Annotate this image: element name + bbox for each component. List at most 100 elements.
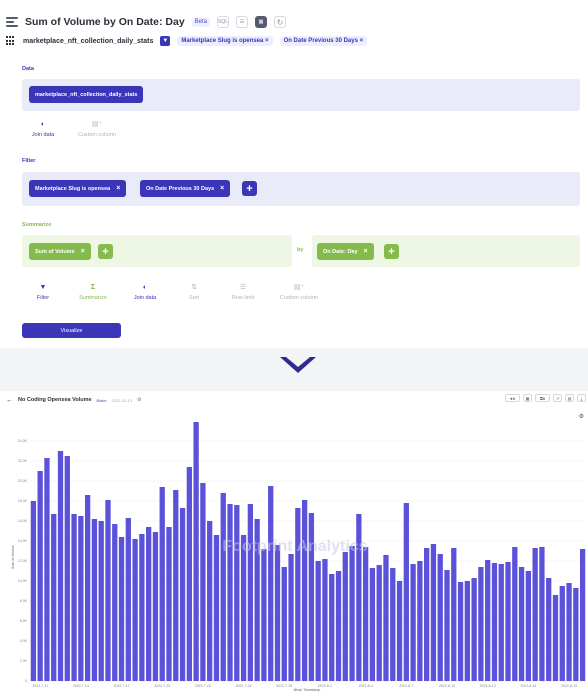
add-filter-button[interactable]: + <box>242 181 257 196</box>
bar[interactable] <box>444 570 450 681</box>
bar[interactable] <box>179 508 186 681</box>
bar[interactable] <box>559 586 565 681</box>
bar[interactable] <box>362 547 369 681</box>
visualize-button[interactable]: Visualize <box>22 323 121 338</box>
bar[interactable] <box>146 527 152 681</box>
bar[interactable] <box>512 547 518 681</box>
refresh-icon[interactable]: ↻ <box>274 16 287 28</box>
bar[interactable] <box>471 578 477 681</box>
bar[interactable] <box>532 548 538 681</box>
menu-icon[interactable] <box>6 17 18 27</box>
bar[interactable] <box>166 527 172 681</box>
bar[interactable] <box>64 456 70 681</box>
bar[interactable] <box>322 559 328 681</box>
remove-icon[interactable]: × <box>220 185 224 192</box>
bar[interactable] <box>579 549 586 681</box>
bar[interactable] <box>295 508 301 681</box>
bar[interactable] <box>491 563 498 681</box>
bar[interactable] <box>498 564 504 681</box>
add-metric-button[interactable]: + <box>98 244 113 259</box>
bar[interactable] <box>410 564 416 681</box>
bar[interactable] <box>525 571 532 681</box>
bar[interactable] <box>396 581 403 681</box>
bar[interactable] <box>329 574 335 681</box>
custom-column-tool-button[interactable]: ▤⁺ Custom column <box>276 283 322 301</box>
bar[interactable] <box>424 548 430 681</box>
bar[interactable] <box>281 567 287 681</box>
bar[interactable] <box>240 535 247 681</box>
join-tool-button[interactable]: ◐ Join data <box>122 283 168 301</box>
bar[interactable] <box>403 503 409 681</box>
data-table-chip[interactable]: marketplace_nft_collection_daily_stats <box>29 86 144 103</box>
bar[interactable] <box>552 595 559 681</box>
bar[interactable] <box>51 514 57 681</box>
bar[interactable] <box>464 581 470 681</box>
bar[interactable] <box>44 458 50 681</box>
bar[interactable] <box>342 552 348 681</box>
bar[interactable] <box>213 535 220 681</box>
bar[interactable] <box>173 490 179 681</box>
bar[interactable] <box>30 501 37 681</box>
bar[interactable] <box>457 582 464 681</box>
add-group-button[interactable]: + <box>384 244 399 259</box>
bar[interactable] <box>268 486 274 681</box>
bar[interactable] <box>288 554 294 681</box>
bar[interactable] <box>383 555 389 681</box>
bar[interactable] <box>349 546 355 681</box>
summarize-tool-button[interactable]: Σ Summarize <box>70 283 116 301</box>
bar[interactable] <box>247 504 254 681</box>
filter-chip[interactable]: On Date Previous 30 Days × <box>140 180 231 197</box>
bar[interactable] <box>505 562 511 681</box>
notebook-view-icon[interactable]: ▦ <box>255 16 268 28</box>
join-data-button[interactable]: ◐ Join data <box>20 120 66 138</box>
bar[interactable] <box>274 545 281 681</box>
bar[interactable] <box>335 571 342 681</box>
bar[interactable] <box>57 451 64 681</box>
bar[interactable] <box>261 549 267 681</box>
bar[interactable] <box>376 565 382 681</box>
bar[interactable] <box>451 548 457 681</box>
remove-icon[interactable]: × <box>116 185 120 192</box>
bar[interactable] <box>186 467 192 681</box>
bar[interactable] <box>369 568 376 681</box>
bar[interactable] <box>546 578 552 681</box>
bar[interactable] <box>485 560 491 681</box>
source-table-name[interactable]: marketplace_nft_collection_daily_stats <box>23 38 153 45</box>
bar[interactable] <box>71 514 77 681</box>
bar[interactable] <box>118 537 125 681</box>
group-chip[interactable]: On Date: Day × <box>317 243 374 260</box>
bar[interactable] <box>132 539 138 681</box>
bar[interactable] <box>566 583 572 681</box>
bar[interactable] <box>518 567 525 681</box>
bar[interactable] <box>301 500 308 681</box>
row-limit-tool-button[interactable]: ☰ Row limit <box>220 283 266 301</box>
bar[interactable] <box>125 518 131 681</box>
bar[interactable] <box>315 561 321 681</box>
bar[interactable] <box>573 588 579 681</box>
custom-column-button[interactable]: ▤⁺ Custom column <box>74 120 120 138</box>
bar[interactable] <box>193 422 199 681</box>
bar[interactable] <box>437 554 443 681</box>
bar[interactable] <box>234 505 240 681</box>
bar[interactable] <box>390 568 396 681</box>
bar[interactable] <box>91 519 98 681</box>
bar[interactable] <box>207 521 213 681</box>
bar[interactable] <box>220 493 226 681</box>
summary-filter-chip[interactable]: On Date Previous 30 Days × <box>279 36 368 46</box>
bar[interactable] <box>478 567 484 681</box>
bar[interactable] <box>105 500 111 681</box>
remove-icon[interactable]: × <box>81 248 85 255</box>
bar[interactable] <box>139 534 145 681</box>
filter-tool-button[interactable]: ▼ Filter <box>20 283 66 301</box>
bar[interactable] <box>152 532 159 681</box>
bar[interactable] <box>200 483 206 681</box>
bar[interactable] <box>84 495 91 681</box>
summary-filter-chip[interactable]: Marketplace Slug is opensea × <box>177 36 273 46</box>
bar[interactable] <box>539 547 545 681</box>
bar[interactable] <box>112 524 118 681</box>
bar[interactable] <box>159 487 165 681</box>
filter-icon[interactable]: ▼ <box>160 36 171 46</box>
sort-tool-button[interactable]: ⇅ Sort <box>171 283 217 301</box>
metric-chip[interactable]: Sum of Volume × <box>29 243 91 260</box>
bar[interactable] <box>78 516 84 681</box>
